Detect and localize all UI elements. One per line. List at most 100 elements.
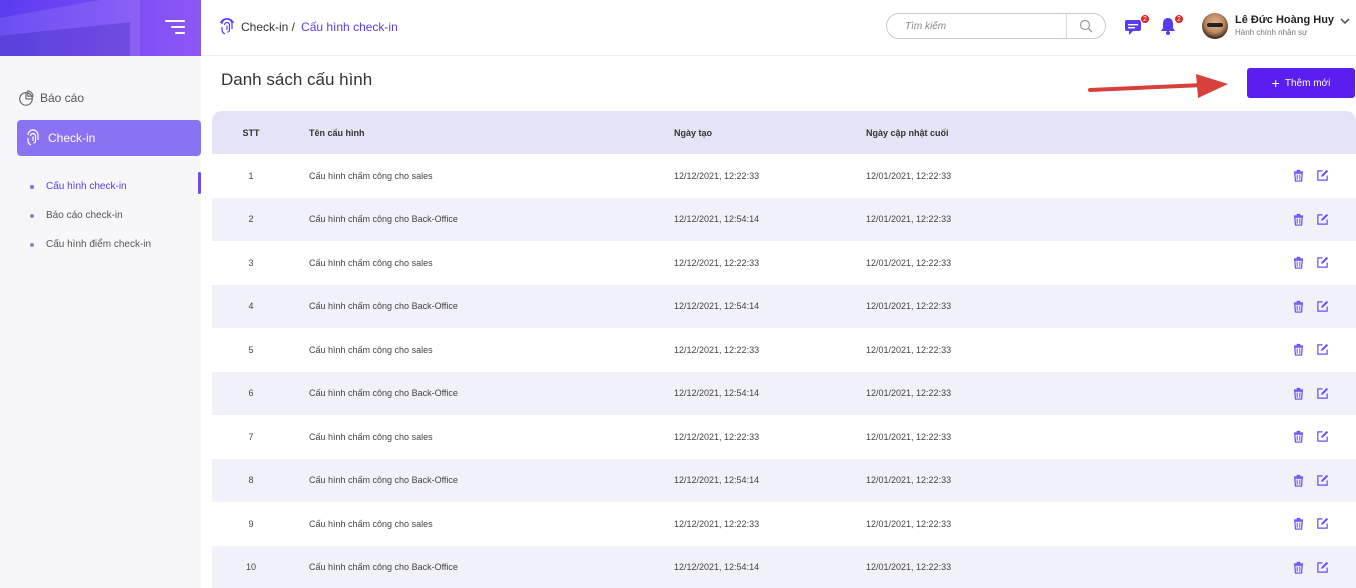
submenu-label: Cấu hình check-in bbox=[46, 181, 127, 192]
submenu-label: Báo cáo check-in bbox=[46, 210, 123, 221]
fingerprint-icon bbox=[219, 18, 235, 35]
cell-stt: 10 bbox=[245, 562, 256, 573]
add-new-button[interactable]: + Thêm mới bbox=[1247, 68, 1355, 98]
table-row[interactable]: 1 Cấu hình chấm công cho sales 12/12/202… bbox=[212, 154, 1356, 198]
submenu-item-checkin-location[interactable]: Cấu hình điểm check-in bbox=[30, 230, 201, 259]
sidebar-item-report[interactable]: Báo cáo bbox=[17, 88, 84, 108]
messages-button[interactable]: 2 bbox=[1124, 14, 1150, 38]
cell-actions bbox=[1226, 213, 1356, 226]
cell-updated: 12/01/2021, 12:22:33 bbox=[866, 170, 952, 181]
cell-name: Cấu hình chấm công cho Back-Office bbox=[309, 562, 458, 573]
column-header-updated[interactable]: Ngày cập nhật cuối bbox=[866, 128, 1226, 138]
plus-icon: + bbox=[1271, 75, 1280, 91]
bullet-icon bbox=[30, 242, 34, 247]
user-info[interactable]: Lê Đức Hoàng Huy Hành chính nhân sự bbox=[1235, 14, 1334, 37]
cell-stt: 5 bbox=[248, 344, 254, 355]
trash-icon[interactable] bbox=[1292, 387, 1305, 400]
cell-updated: 12/01/2021, 12:22:33 bbox=[866, 301, 952, 312]
column-header-stt[interactable]: STT bbox=[212, 128, 290, 138]
trash-icon[interactable] bbox=[1292, 561, 1305, 574]
cell-name: Cấu hình chấm công cho Back-Office bbox=[309, 214, 458, 225]
trash-icon[interactable] bbox=[1292, 430, 1305, 443]
trash-icon[interactable] bbox=[1292, 213, 1305, 226]
cell-created: 12/12/2021, 12:22:33 bbox=[674, 344, 760, 355]
cell-name: Cấu hình chấm công cho sales bbox=[309, 431, 433, 442]
edit-icon[interactable] bbox=[1316, 517, 1329, 530]
search-input[interactable] bbox=[887, 15, 1067, 37]
breadcrumb-current[interactable]: Cấu hình check-in bbox=[301, 20, 398, 34]
cell-created: 12/12/2021, 12:22:33 bbox=[674, 431, 760, 442]
table-row[interactable]: 4 Cấu hình chấm công cho Back-Office 12/… bbox=[212, 284, 1356, 328]
table-row[interactable]: 5 Cấu hình chấm công cho sales 12/12/202… bbox=[212, 328, 1356, 372]
sidebar: Báo cáo Check-in Cấu hình check-in Báo c… bbox=[0, 0, 201, 588]
submenu-item-checkin-report[interactable]: Báo cáo check-in bbox=[30, 201, 201, 230]
trash-icon[interactable] bbox=[1292, 256, 1305, 269]
notifications-button[interactable]: 2 bbox=[1158, 14, 1184, 38]
sidebar-item-checkin[interactable]: Check-in bbox=[17, 120, 201, 156]
fingerprint-icon bbox=[27, 129, 39, 146]
avatar[interactable] bbox=[1202, 13, 1228, 39]
breadcrumb-root[interactable]: Check-in / bbox=[241, 20, 295, 34]
edit-icon[interactable] bbox=[1316, 300, 1329, 313]
add-new-label: Thêm mới bbox=[1284, 77, 1331, 89]
edit-icon[interactable] bbox=[1316, 387, 1329, 400]
chevron-down-icon[interactable] bbox=[1339, 15, 1351, 27]
table-row[interactable]: 7 Cấu hình chấm công cho sales 12/12/202… bbox=[212, 415, 1356, 459]
cell-updated: 12/01/2021, 12:22:33 bbox=[866, 475, 952, 486]
cell-name: Cấu hình chấm công cho sales bbox=[309, 257, 433, 268]
search-box bbox=[886, 13, 1106, 39]
trash-icon[interactable] bbox=[1292, 343, 1305, 356]
trash-icon[interactable] bbox=[1292, 169, 1305, 182]
trash-icon[interactable] bbox=[1292, 300, 1305, 313]
edit-icon[interactable] bbox=[1316, 561, 1329, 574]
column-header-created[interactable]: Ngày tạo bbox=[674, 128, 866, 138]
table-row[interactable]: 3 Cấu hình chấm công cho sales 12/12/202… bbox=[212, 241, 1356, 285]
cell-actions bbox=[1226, 561, 1356, 574]
cell-created: 12/12/2021, 12:22:33 bbox=[674, 257, 760, 268]
notifications-badge: 2 bbox=[1174, 14, 1184, 24]
pie-chart-icon bbox=[19, 90, 34, 106]
cell-actions bbox=[1226, 517, 1356, 530]
cell-actions bbox=[1226, 256, 1356, 269]
hamburger-icon[interactable] bbox=[165, 20, 185, 36]
cell-stt: 1 bbox=[248, 170, 254, 181]
active-indicator bbox=[198, 172, 201, 194]
trash-icon[interactable] bbox=[1292, 517, 1305, 530]
table-row[interactable]: 9 Cấu hình chấm công cho sales 12/12/202… bbox=[212, 502, 1356, 546]
breadcrumb: Check-in / Cấu hình check-in bbox=[219, 16, 398, 38]
sidebar-item-label: Check-in bbox=[48, 131, 96, 145]
edit-icon[interactable] bbox=[1316, 213, 1329, 226]
page-title: Danh sách cấu hình bbox=[221, 70, 373, 89]
trash-icon[interactable] bbox=[1292, 474, 1305, 487]
edit-icon[interactable] bbox=[1316, 256, 1329, 269]
cell-stt: 3 bbox=[248, 257, 254, 268]
submenu-item-checkin-config[interactable]: Cấu hình check-in bbox=[30, 172, 201, 201]
cell-updated: 12/01/2021, 12:22:33 bbox=[866, 257, 952, 268]
edit-icon[interactable] bbox=[1316, 430, 1329, 443]
checkin-submenu: Cấu hình check-in Báo cáo check-in Cấu h… bbox=[30, 172, 201, 259]
table-row[interactable]: 8 Cấu hình chấm công cho Back-Office 12/… bbox=[212, 458, 1356, 502]
cell-actions bbox=[1226, 430, 1356, 443]
bullet-icon bbox=[30, 213, 34, 218]
cell-created: 12/12/2021, 12:54:14 bbox=[674, 301, 760, 312]
search-button[interactable] bbox=[1067, 14, 1105, 38]
table-row[interactable]: 10 Cấu hình chấm công cho Back-Office 12… bbox=[212, 545, 1356, 588]
cell-updated: 12/01/2021, 12:22:33 bbox=[866, 562, 952, 573]
cell-stt: 2 bbox=[248, 214, 254, 225]
edit-icon[interactable] bbox=[1316, 343, 1329, 356]
cell-name: Cấu hình chấm công cho Back-Office bbox=[309, 301, 458, 312]
cell-updated: 12/01/2021, 12:22:33 bbox=[866, 214, 952, 225]
column-header-name[interactable]: Tên cấu hình bbox=[290, 128, 674, 138]
table-row[interactable]: 6 Cấu hình chấm công cho Back-Office 12/… bbox=[212, 371, 1356, 415]
edit-icon[interactable] bbox=[1316, 474, 1329, 487]
user-role: Hành chính nhân sự bbox=[1235, 28, 1308, 37]
cell-created: 12/12/2021, 12:54:14 bbox=[674, 562, 760, 573]
bullet-icon bbox=[30, 184, 34, 189]
cell-actions bbox=[1226, 474, 1356, 487]
table-header: STT Tên cấu hình Ngày tạo Ngày cập nhật … bbox=[212, 111, 1356, 154]
table-row[interactable]: 2 Cấu hình chấm công cho Back-Office 12/… bbox=[212, 197, 1356, 241]
edit-icon[interactable] bbox=[1316, 169, 1329, 182]
cell-stt: 8 bbox=[248, 475, 254, 486]
topbar: Check-in / Cấu hình check-in 2 bbox=[201, 0, 1356, 56]
cell-stt: 6 bbox=[248, 388, 254, 399]
